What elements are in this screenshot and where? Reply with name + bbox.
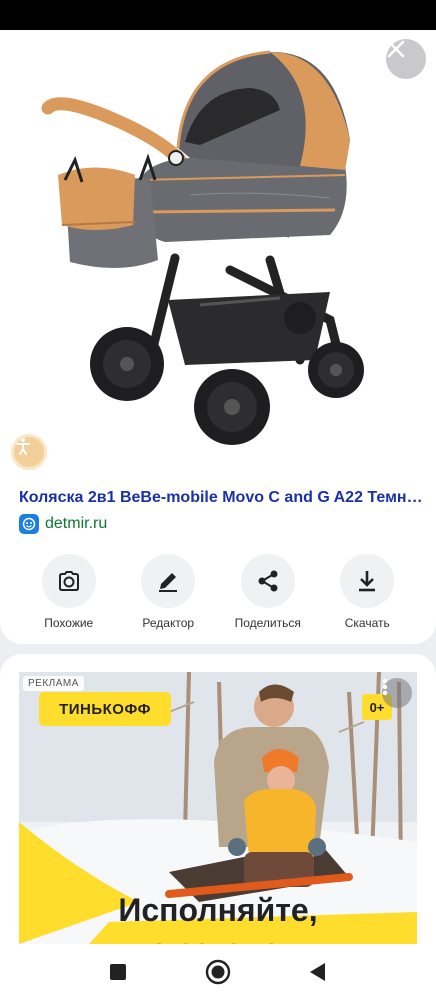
download-button[interactable]: Скачать: [318, 554, 418, 630]
back-button[interactable]: [268, 944, 368, 1000]
close-button[interactable]: [386, 39, 426, 79]
home-button[interactable]: [168, 944, 268, 1000]
ad-headline: Исполняйте,: [118, 892, 318, 928]
ad-banner[interactable]: РЕКЛАМА ТИНЬКОФФ 0+ Исполняйте, что зага…: [19, 672, 417, 944]
ad-label: РЕКЛАМА: [23, 676, 84, 691]
more-vertical-icon: [382, 678, 388, 696]
recents-button[interactable]: [68, 944, 168, 1000]
lens-icon: [58, 571, 79, 591]
detmir-logo-icon: [19, 514, 39, 534]
accessibility-icon: [16, 438, 30, 455]
close-icon: [387, 40, 405, 58]
status-bar: [0, 0, 436, 30]
source-domain: detmir.ru: [45, 515, 108, 532]
image-result-card: Коляска 2в1 BeBe-mobile Movo C and G A22…: [0, 30, 436, 644]
similar-button[interactable]: Похожие: [19, 554, 119, 630]
result-source[interactable]: detmir.ru: [19, 513, 107, 535]
editor-label: Редактор: [142, 616, 195, 630]
editor-button[interactable]: Редактор: [119, 554, 219, 630]
share-label: Поделиться: [234, 616, 301, 630]
share-button[interactable]: Поделиться: [218, 554, 318, 630]
product-photo[interactable]: [0, 30, 436, 470]
recents-icon: [110, 964, 126, 980]
similar-label: Похожие: [44, 616, 94, 630]
brand-logo: ТИНЬКОФФ: [39, 692, 171, 726]
back-icon: [310, 963, 325, 981]
share-icon: [258, 570, 278, 592]
system-navigation-bar: [0, 944, 436, 1000]
stroller-illustration: [41, 50, 364, 445]
download-label: Скачать: [344, 616, 390, 630]
ad-card: РЕКЛАМА ТИНЬКОФФ 0+ Исполняйте, что зага…: [0, 654, 436, 944]
ad-headline-second-line: что загадали: [19, 930, 417, 944]
action-bar: Похожие Редактор Поделиться Скачать: [0, 554, 436, 630]
home-icon: [205, 959, 231, 985]
result-title[interactable]: Коляска 2в1 BeBe-mobile Movo C and G A22…: [19, 489, 424, 507]
pencil-icon: [159, 573, 178, 592]
download-icon: [359, 571, 376, 592]
ad-menu-button[interactable]: [382, 678, 412, 708]
accessibility-button[interactable]: [11, 434, 47, 470]
